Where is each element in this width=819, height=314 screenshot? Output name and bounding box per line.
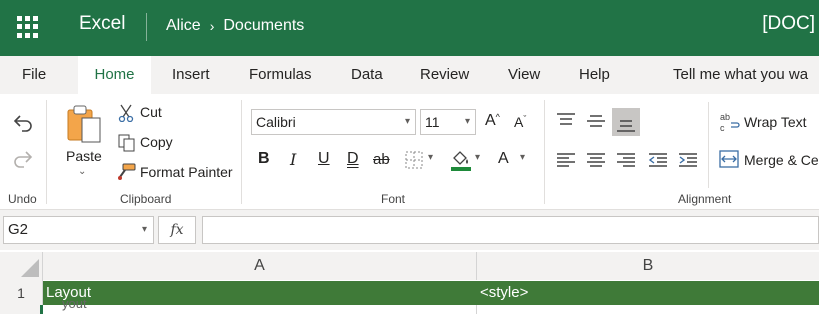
app-name[interactable]: Excel (79, 13, 125, 35)
cut-button[interactable]: Cut (140, 104, 162, 120)
align-left-icon[interactable] (556, 152, 576, 168)
borders-chevron-icon[interactable]: ▾ (428, 152, 433, 163)
group-divider (241, 100, 242, 204)
cell-a2-partial[interactable]: yout (62, 296, 87, 311)
borders-icon[interactable] (404, 150, 424, 170)
undo-group-label: Undo (8, 192, 37, 206)
font-name-select[interactable]: Calibri ▾ (251, 109, 416, 135)
font-group-label: Font (381, 192, 406, 206)
copy-icon (118, 134, 135, 152)
breadcrumb: Alice › Documents (166, 17, 304, 35)
paste-icon[interactable] (66, 104, 104, 144)
align-top-icon[interactable] (556, 112, 576, 128)
wrap-text-icon: ab c (720, 112, 740, 133)
column-divider (476, 305, 477, 314)
font-color-button[interactable]: A (498, 150, 509, 168)
increase-indent-icon[interactable] (678, 152, 698, 168)
alignment-group-label: Alignment (678, 192, 732, 206)
chevron-right-icon: › (209, 18, 215, 34)
title-separator (146, 13, 147, 41)
tab-insert[interactable]: Insert (172, 56, 210, 94)
app-launcher-icon[interactable] (17, 16, 39, 38)
group-divider (46, 100, 47, 204)
cell-a1[interactable]: Layout (43, 281, 477, 305)
paste-button[interactable]: Paste (66, 148, 102, 164)
paste-dropdown-chevron-icon[interactable]: ⌄ (78, 166, 86, 177)
chevron-down-icon: ▾ (464, 116, 470, 127)
fill-color-chevron-icon[interactable]: ▾ (475, 152, 480, 163)
select-all-icon (21, 259, 39, 277)
strikethrough-button[interactable]: ab (373, 151, 390, 168)
grow-font-label: A (485, 112, 496, 129)
tab-data[interactable]: Data (351, 56, 383, 94)
redo-icon[interactable] (11, 148, 35, 170)
undo-icon[interactable] (11, 112, 35, 134)
table-row (0, 305, 819, 314)
align-bottom-button[interactable] (612, 108, 640, 136)
selection-border (40, 305, 43, 314)
tab-view[interactable]: View (508, 56, 540, 94)
ribbon-tabs: File Home Insert Formulas Data Review Vi… (0, 56, 819, 94)
wrap-text-button[interactable]: Wrap Text (744, 114, 807, 130)
row-header-1[interactable]: 1 (0, 280, 43, 306)
breadcrumb-item-user[interactable]: Alice (166, 17, 201, 35)
bold-button[interactable]: B (258, 150, 270, 168)
caret-down-icon: ˇ (523, 114, 527, 124)
chevron-down-icon[interactable]: ▾ (142, 217, 147, 243)
font-size-value: 11 (425, 114, 440, 130)
group-divider (544, 100, 545, 204)
column-header-b[interactable]: B (477, 252, 819, 280)
align-center-icon[interactable] (586, 152, 606, 168)
underline-button[interactable]: U (318, 150, 330, 168)
document-title[interactable]: [DOC] (762, 13, 815, 35)
merge-center-button[interactable]: Merge & Cer (744, 152, 819, 168)
double-underline-button[interactable]: D (347, 150, 359, 168)
align-right-icon[interactable] (616, 152, 636, 168)
name-box-value: G2 (8, 221, 29, 238)
font-size-select[interactable]: 11 ▾ (420, 109, 476, 135)
shrink-font-button[interactable]: Aˇ (514, 114, 526, 130)
fill-color-icon[interactable] (450, 148, 472, 172)
formula-bar: G2 ▾ fx (0, 210, 819, 250)
clipboard-group-label: Clipboard (120, 192, 172, 206)
breadcrumb-item-folder[interactable]: Documents (223, 17, 304, 35)
caret-up-icon: ^ (495, 112, 500, 122)
chevron-down-icon: ▾ (404, 116, 410, 127)
tell-me-search[interactable]: Tell me what you wa (673, 56, 808, 94)
align-middle-icon[interactable] (586, 114, 606, 130)
font-name-value: Calibri (256, 114, 296, 130)
decrease-indent-icon[interactable] (648, 152, 668, 168)
name-box[interactable]: G2 ▾ (3, 216, 154, 244)
merge-center-icon (719, 150, 739, 168)
format-painter-icon (118, 163, 136, 180)
tab-file[interactable]: File (22, 56, 46, 94)
ribbon: Undo Paste ⌄ Cut Copy Format Painter Cli… (0, 94, 819, 210)
group-divider (708, 102, 709, 188)
tab-formulas[interactable]: Formulas (249, 56, 312, 94)
select-all-corner[interactable] (0, 252, 43, 280)
copy-button[interactable]: Copy (140, 134, 173, 150)
format-painter-button[interactable]: Format Painter (140, 164, 233, 180)
title-bar: Excel Alice › Documents [DOC] (0, 0, 819, 56)
grow-font-button[interactable]: A^ (485, 112, 500, 130)
align-bottom-icon (617, 120, 635, 132)
shrink-font-label: A (514, 114, 524, 130)
tab-help[interactable]: Help (579, 56, 610, 94)
svg-text:ab: ab (720, 112, 730, 122)
tab-review[interactable]: Review (420, 56, 469, 94)
scissors-icon (118, 104, 134, 122)
formula-input[interactable] (202, 216, 819, 244)
column-header-a[interactable]: A (43, 252, 477, 280)
font-color-chevron-icon[interactable]: ▾ (520, 152, 525, 163)
svg-text:c: c (720, 123, 725, 133)
tab-home[interactable]: Home (78, 56, 151, 94)
row-header-2[interactable] (0, 305, 43, 314)
cell-b1[interactable]: <style> (477, 281, 819, 305)
italic-button[interactable]: I (290, 150, 296, 169)
insert-function-button[interactable]: fx (158, 216, 196, 244)
